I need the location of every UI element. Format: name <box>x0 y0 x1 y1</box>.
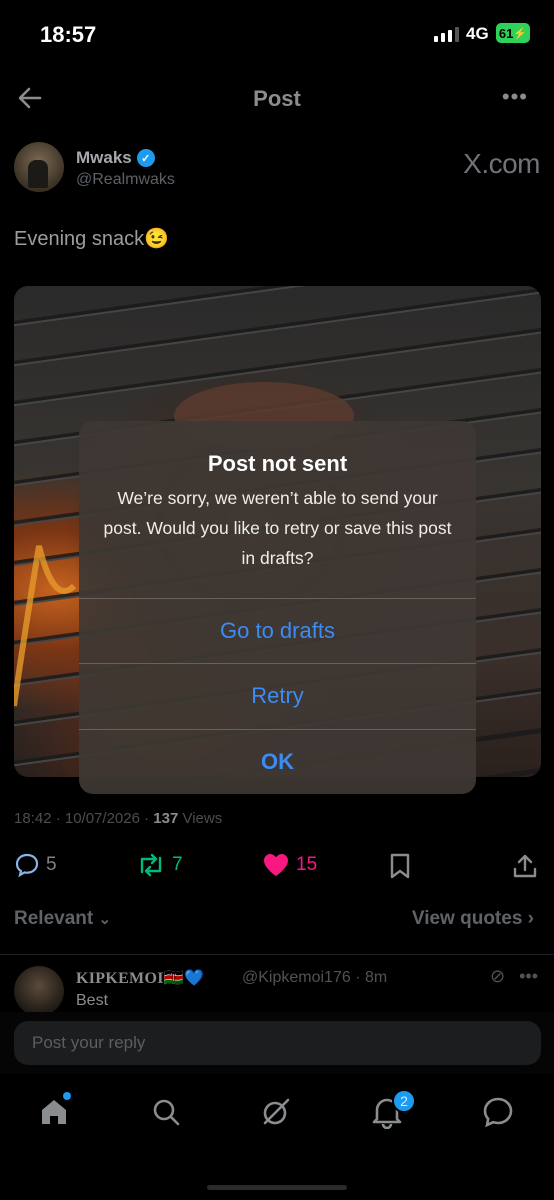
tab-search[interactable] <box>146 1092 186 1132</box>
repost-icon <box>140 853 162 877</box>
reply-count: 5 <box>46 854 57 875</box>
reply-author-handle: @Kipkemoi176 · 8m <box>242 969 388 986</box>
verified-badge-icon: ✓ <box>136 149 155 167</box>
bookmark-icon <box>390 853 410 879</box>
home-indicator <box>207 1185 347 1190</box>
view-quotes-label: View quotes <box>411 908 523 929</box>
bottom-tab-bar <box>0 1082 554 1152</box>
replies-filter-label: Relevant <box>14 908 94 929</box>
top-nav: Post ••• <box>0 74 554 122</box>
battery-icon: 61 ⚡ <box>496 23 530 43</box>
reply-avatar[interactable] <box>14 966 64 1016</box>
replies-filter-dropdown[interactable]: Relevant ⌄ <box>14 908 111 930</box>
reply-text: Best <box>76 992 109 1009</box>
retry-button[interactable]: Retry <box>79 664 476 728</box>
tab-messages[interactable] <box>478 1092 518 1132</box>
share-icon <box>513 854 537 878</box>
post-not-sent-alert: Post not sent We’re sorry, we weren’t ab… <box>79 421 476 794</box>
post-author: Mwaks ✓ @Realmwaks X.com <box>14 142 540 194</box>
status-bar: 18:57 4G 61 ⚡ <box>0 0 554 66</box>
page-title: Post <box>253 86 301 111</box>
chevron-right-icon: › <box>527 908 534 929</box>
ok-button[interactable]: OK <box>79 730 476 794</box>
source-watermark: X.com <box>463 148 540 179</box>
messages-icon <box>483 1097 513 1128</box>
reply-author-name: KIPKEMOI🇰🇪💙 <box>76 970 205 987</box>
post-meta: 18:42 · 10/07/2026 · 137 Views <box>14 810 222 827</box>
more-options-icon[interactable]: ••• <box>519 966 538 987</box>
post-actions: 5 7 15 <box>0 846 554 886</box>
status-time: 18:57 <box>40 22 97 47</box>
repost-button[interactable]: 7 <box>136 852 183 878</box>
reply-icon <box>15 853 39 878</box>
author-avatar[interactable] <box>14 142 64 192</box>
bookmark-button[interactable] <box>388 852 412 880</box>
repost-count: 7 <box>172 854 183 875</box>
battery-level: 61 <box>498 25 514 41</box>
post-timestamp: 18:42 · 10/07/2026 · <box>14 810 154 827</box>
alert-title: Post not sent <box>207 451 348 476</box>
post-text: Evening snack😉 <box>14 228 169 250</box>
reply-input[interactable] <box>14 1021 541 1065</box>
view-quotes-link[interactable]: View quotes › <box>412 908 534 930</box>
views-count: 137 <box>153 810 179 827</box>
share-button[interactable] <box>512 852 538 880</box>
like-button[interactable]: 15 <box>262 852 317 878</box>
author-name-row[interactable]: Mwaks ✓ <box>76 148 155 168</box>
search-icon <box>153 1099 180 1126</box>
author-name: Mwaks <box>76 148 132 167</box>
chevron-down-icon: ⌄ <box>98 911 112 928</box>
go-to-drafts-button[interactable]: Go to drafts <box>79 599 476 663</box>
views-label: Views <box>178 810 223 827</box>
grok-icon <box>263 1098 290 1125</box>
reply-item[interactable]: KIPKEMOI🇰🇪💙 @Kipkemoi176 · 8m Best ⊘ ••• <box>14 962 540 1016</box>
divider <box>0 954 554 955</box>
grok-icon[interactable]: ⊘ <box>490 966 505 987</box>
more-options-icon[interactable]: ••• <box>502 84 528 110</box>
notification-count-badge: 2 <box>392 1089 416 1113</box>
signal-icon <box>434 26 459 42</box>
alert-message: We’re sorry, we weren’t able to send you… <box>103 488 452 568</box>
home-unread-dot <box>63 1092 71 1100</box>
network-type: 4G <box>466 24 489 43</box>
heart-icon <box>264 854 288 876</box>
reply-button[interactable]: 5 <box>14 852 57 878</box>
like-count: 15 <box>296 854 318 875</box>
tab-grok[interactable] <box>256 1092 296 1132</box>
home-icon <box>42 1100 66 1124</box>
author-handle[interactable]: @Realmwaks <box>76 171 175 189</box>
